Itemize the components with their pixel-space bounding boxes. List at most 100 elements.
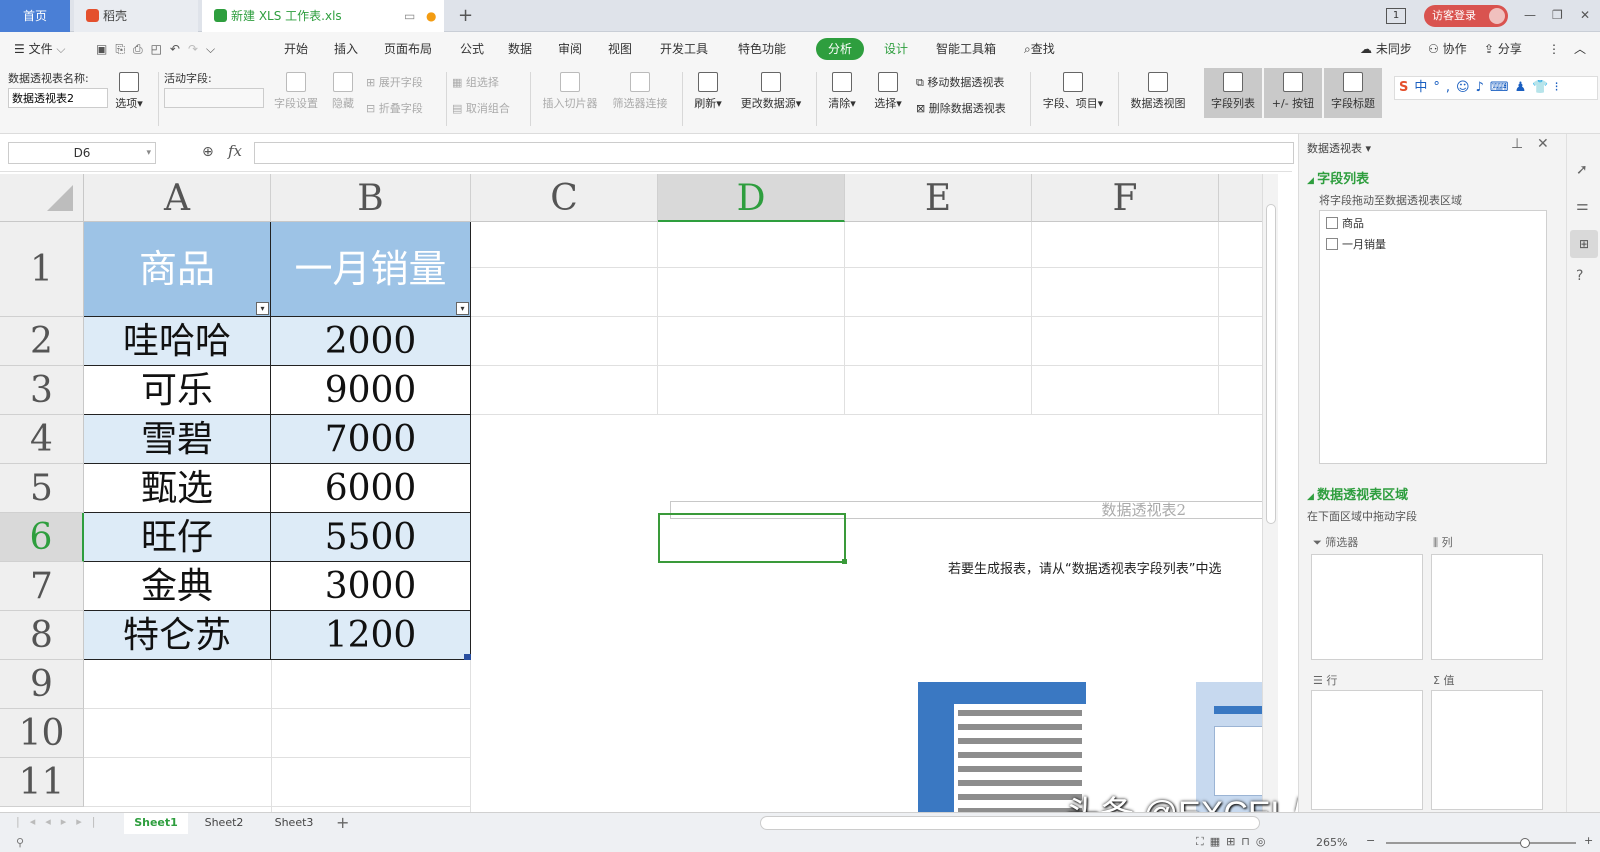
zoom-in-button[interactable]: + [1584,834,1593,847]
table-cell-product[interactable]: 特仑苏 [84,611,271,660]
collapse-field-button[interactable]: ⊟ 折叠字段 [366,100,423,116]
menu-tab-review[interactable]: 审阅 [558,32,582,66]
table-cell-sales[interactable]: 1200 [271,611,471,660]
filter-dropdown-icon[interactable]: ▾ [256,302,269,315]
row-header-7[interactable]: 7 [0,562,84,611]
zoom-level[interactable]: 265% [1316,836,1347,849]
row-header-2[interactable]: 2 [0,317,84,366]
tab-daoke[interactable]: 稻壳 [74,0,198,32]
table-cell-product[interactable]: 金典 [84,562,271,611]
add-sheet-button[interactable]: + [336,813,349,833]
filter-dropdown-icon[interactable]: ▾ [456,302,469,315]
table-resize-handle[interactable] [464,654,471,660]
tab-home[interactable]: 首页 [0,0,70,32]
menu-tab-developer[interactable]: 开发工具 [660,32,708,66]
close-window-button[interactable]: ✕ [1580,0,1590,30]
table-cell-sales[interactable]: 3000 [271,562,471,611]
table-cell-sales[interactable]: 6000 [271,464,471,513]
sliders-icon[interactable]: ⚌ [1576,198,1589,214]
restore-button[interactable]: ❐ [1552,0,1563,30]
field-headers-toggle[interactable]: 字段标题 [1324,68,1382,118]
row-header-6[interactable]: 6 [0,513,84,562]
clear-button[interactable]: 清除▾ [824,72,860,111]
delete-pivot-button[interactable]: ⊠ 删除数据透视表 [916,100,1006,116]
menu-tab-start[interactable]: 开始 [284,32,308,66]
pin-window-icon[interactable]: ▭ [404,0,415,32]
checkbox[interactable] [1326,217,1338,229]
pin-panel-icon[interactable]: ⊥ [1511,136,1523,152]
pivot-chart-button[interactable]: 数据透视图 [1126,72,1190,111]
redo-icon[interactable]: ↷ [188,42,206,56]
hide-button[interactable]: 隐藏 [328,72,358,111]
fields-items-button[interactable]: 字段、项目▾ [1038,72,1108,111]
help-icon[interactable]: ? [1576,268,1583,284]
column-header-e[interactable]: E [845,174,1032,222]
sheet-nav-arrows[interactable]: |◂◂▸▸| [16,815,106,828]
row-header-11[interactable]: 11 [0,758,84,807]
collaborate-button[interactable]: ⚇ 协作 [1428,32,1467,66]
field-settings-button[interactable]: 字段设置 [272,72,320,111]
cursor-icon[interactable]: ➚ [1576,162,1588,178]
select-all-corner[interactable] [0,174,84,222]
formula-input[interactable] [254,142,1294,164]
collapse-ribbon-icon[interactable]: ︿ [1574,32,1586,66]
column-header-b[interactable]: B [271,174,471,222]
row-header-3[interactable]: 3 [0,366,84,415]
row-drop-zone[interactable] [1311,690,1423,810]
minimize-button[interactable]: — [1524,0,1536,30]
menu-tab-analyze[interactable]: 分析 [816,38,865,60]
field-list-toggle[interactable]: 字段列表 [1204,68,1262,118]
menu-tab-formula[interactable]: 公式 [460,32,484,66]
ungroup-button[interactable]: ▤ 取消组合 [452,100,510,116]
export-icon[interactable]: ⎘ [115,42,133,56]
macro-record-icon[interactable]: ⚲ [16,836,24,849]
tab-document[interactable]: 新建 XLS 工作表.xls ▭ ● [202,0,444,32]
select-button[interactable]: 选择▾ [870,72,906,111]
table-cell-product[interactable]: 可乐 [84,366,271,415]
more-options-icon[interactable]: ⋮ [1548,32,1560,66]
zoom-out-button[interactable]: − [1366,834,1375,847]
panel-title[interactable]: 数据透视表 ▾ [1307,140,1371,156]
pivot-panel-icon[interactable]: ⊞ [1570,230,1598,258]
column-drop-zone[interactable] [1431,554,1543,660]
new-tab-button[interactable]: + [458,0,473,32]
menu-tab-smart-toolbox[interactable]: 智能工具箱 [936,32,996,66]
active-field-input[interactable] [164,88,264,108]
group-select-button[interactable]: ▦ 组选择 [452,74,499,90]
row-header-5[interactable]: 5 [0,464,84,513]
expand-field-button[interactable]: ⊞ 展开字段 [366,74,423,90]
row-header-9[interactable]: 9 [0,660,84,709]
sheet-tab-sheet3[interactable]: Sheet3 [262,813,326,834]
field-item-product[interactable]: 商品 [1326,215,1364,231]
undo-icon[interactable]: ↶ [170,42,188,56]
zoom-formula-icon[interactable]: ⊕ [202,144,214,160]
row-header-8[interactable]: 8 [0,611,84,660]
close-panel-icon[interactable]: ✕ [1537,136,1549,152]
column-header-c[interactable]: C [471,174,658,222]
share-button[interactable]: ⇪ 分享 [1484,32,1522,66]
change-source-button[interactable]: 更改数据源▾ [736,72,806,111]
menu-tab-design[interactable]: 设计 [884,32,908,66]
table-cell-product[interactable]: 雪碧 [84,415,271,464]
menu-search[interactable]: ⌕查找 [1024,32,1055,66]
customize-icon[interactable]: ⌵ [206,42,223,56]
table-cell-sales[interactable]: 9000 [271,366,471,415]
menu-tab-insert[interactable]: 插入 [334,32,358,66]
refresh-button[interactable]: 刷新▾ [690,72,726,111]
filter-drop-zone[interactable] [1311,554,1423,660]
checkbox[interactable] [1326,238,1338,250]
filter-connection-button[interactable]: 筛选器连接 [608,72,672,111]
value-drop-zone[interactable] [1431,690,1543,810]
menu-tab-view[interactable]: 视图 [608,32,632,66]
options-button[interactable]: 选项▾ [114,72,144,111]
fx-icon[interactable]: fx [228,142,242,160]
areas-section-title[interactable]: ◢ 数据透视表区域 [1307,484,1408,503]
window-count-badge[interactable]: 1 [1386,8,1406,24]
menu-file[interactable]: ☰ 文件 ⌵ [14,32,66,66]
field-item-jan-sales[interactable]: 一月销量 [1326,236,1386,252]
sheet-tab-sheet1[interactable]: Sheet1 [124,813,188,834]
vertical-scrollbar[interactable] [1262,174,1278,812]
table-cell-product[interactable]: 旺仔 [84,513,271,562]
move-pivot-button[interactable]: ⧉ 移动数据透视表 [916,74,1004,90]
table-cell-sales[interactable]: 2000 [271,317,471,366]
